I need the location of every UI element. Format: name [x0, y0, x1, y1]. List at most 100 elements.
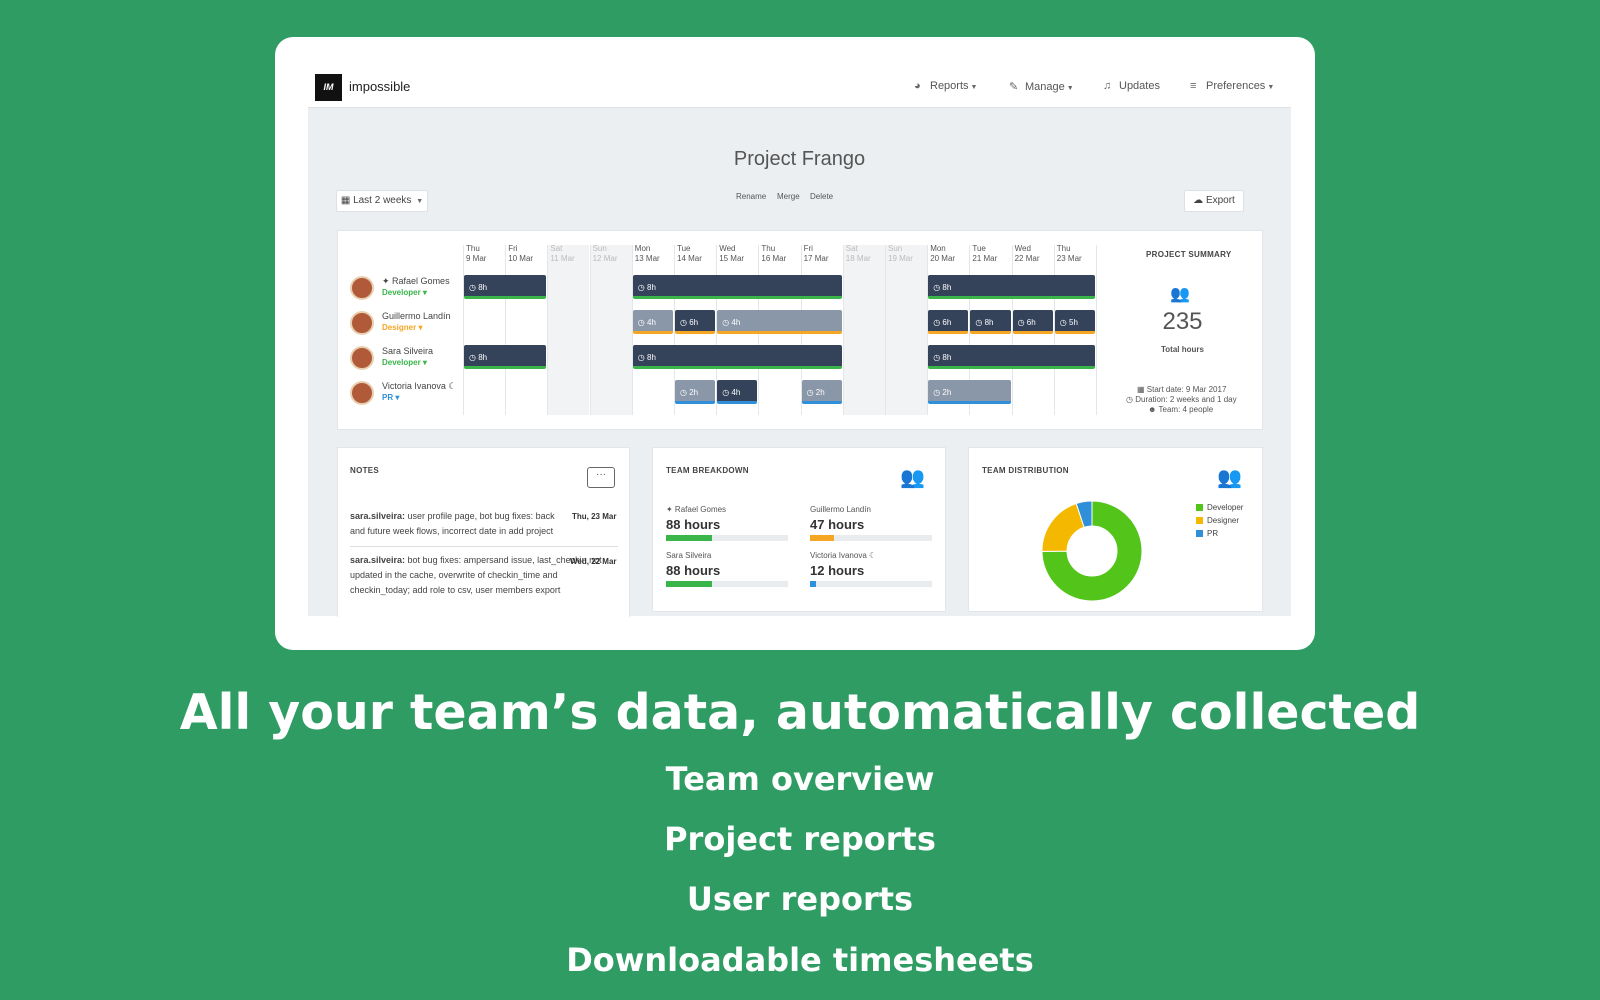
start-date: ▦ Start date: 9 Mar 2017 — [1137, 385, 1226, 394]
hours-progress-fill — [666, 581, 713, 587]
breakdown-member-hours: 12 hours — [810, 563, 865, 578]
divider — [350, 546, 618, 547]
legend-item: PR — [1196, 529, 1218, 538]
day-header: Thu 9 Mar — [466, 244, 487, 263]
export-button[interactable]: ☁ Export — [1184, 190, 1244, 212]
hours-progress-fill — [666, 535, 713, 541]
day-header: Wed 15 Mar — [719, 244, 745, 263]
time-block[interactable]: ◷ 8h — [928, 345, 1095, 369]
day-header: Sat 18 Mar — [845, 244, 871, 263]
nav-updates[interactable]: ♫ Updates — [1103, 80, 1160, 92]
legend-swatch — [1196, 530, 1203, 537]
users-icon: 👥 — [1217, 467, 1242, 489]
hours-progress-track — [666, 535, 788, 541]
legend-label: PR — [1207, 529, 1219, 538]
time-block[interactable]: ◷ 2h — [801, 380, 842, 404]
nav-manage[interactable]: ✎ Manage ▼ — [1009, 80, 1074, 93]
hours-progress-track — [666, 581, 788, 587]
distribution-donut-chart — [1041, 500, 1143, 602]
users-icon: 👥 — [900, 467, 925, 489]
avatar[interactable] — [350, 276, 374, 300]
person-name[interactable]: Victoria Ivanova ☾ — [382, 381, 456, 392]
top-navbar: IM impossible ◕ Reports ▼ ✎ Manage ▼ ♫ Update… — [308, 66, 1291, 108]
role-dropdown[interactable]: PR ▾ — [382, 393, 399, 402]
sliders-icon: ≡ — [1190, 80, 1197, 92]
breakdown-member-name: ✦ Rafael Gomes — [666, 505, 727, 514]
avatar[interactable] — [350, 346, 374, 370]
day-header: Mon 13 Mar — [634, 244, 660, 263]
pie-chart-icon: ◕ — [914, 80, 921, 92]
hours-progress-track — [810, 535, 932, 541]
note-date: Thu, 23 Mar — [572, 512, 617, 521]
day-header: Wed 22 Mar — [1014, 244, 1040, 263]
bell-icon: ♫ — [1103, 80, 1112, 92]
role-dropdown[interactable]: Designer ▾ — [382, 323, 422, 332]
feature-user-reports: User reports — [686, 880, 914, 918]
time-block[interactable]: ◷ 6h — [1012, 310, 1053, 334]
time-block[interactable]: ◷ 2h — [928, 380, 1011, 404]
time-block[interactable]: ◷ 6h — [675, 310, 716, 334]
headline: All your team’s data, automatically coll… — [179, 684, 1421, 741]
time-block[interactable]: ◷ 8h — [632, 275, 842, 299]
person-name[interactable]: ✦ Rafael Gomes — [382, 276, 450, 287]
day-header: Tue 21 Mar — [972, 244, 998, 263]
rename-button[interactable]: Rename — [736, 192, 766, 201]
notes-title: NOTES — [350, 466, 380, 475]
users-icon: ☻ — [1148, 405, 1157, 414]
cloud-download-icon: ☁ — [1193, 195, 1204, 206]
project-summary-title: PROJECT SUMMARY — [1146, 250, 1232, 259]
time-block[interactable]: ◷ 4h — [717, 380, 758, 404]
duration: ◷ Duration: 2 weeks and 1 day — [1126, 395, 1237, 404]
nav-manage-label: Manage — [1025, 81, 1065, 93]
time-block[interactable]: ◷ 2h — [675, 380, 716, 404]
logo[interactable]: IM — [315, 74, 342, 101]
total-hours-label: Total hours — [1161, 345, 1204, 354]
hours-progress-fill — [810, 581, 817, 587]
nav-preferences[interactable]: ≡ Preferences ▼ — [1190, 80, 1274, 92]
legend-swatch — [1196, 517, 1203, 524]
team-breakdown-title: TEAM BREAKDOWN — [666, 466, 749, 475]
avatar[interactable] — [350, 311, 374, 335]
day-column — [589, 245, 632, 415]
chevron-down-icon: ▼ — [416, 198, 424, 205]
time-block[interactable]: ◷ 8h — [928, 275, 1095, 299]
day-header: Tue 14 Mar — [677, 244, 702, 263]
day-column — [547, 245, 590, 415]
time-block[interactable]: ◷ 8h — [464, 345, 547, 369]
breakdown-member-hours: 47 hours — [810, 517, 865, 532]
nav-reports[interactable]: ◕ Reports ▼ — [914, 80, 977, 92]
role-dropdown[interactable]: Developer ▾ — [382, 288, 427, 297]
note-author: sara.silveira: — [350, 511, 406, 521]
time-block[interactable]: ◷ 4h — [632, 310, 673, 334]
date-range-dropdown[interactable]: ▦ Last 2 weeks ▼ — [336, 190, 428, 212]
time-block[interactable]: ◷ 8h — [464, 275, 547, 299]
legend-swatch — [1196, 504, 1203, 511]
donut-slice-designer[interactable] — [1041, 502, 1085, 552]
time-block[interactable]: ◷ 5h — [1054, 310, 1095, 334]
duration-text: Duration: 2 weeks and 1 day — [1135, 395, 1237, 404]
role-dropdown[interactable]: Developer ▾ — [382, 358, 427, 367]
delete-button[interactable]: Delete — [810, 192, 833, 201]
date-range-label: Last 2 weeks — [353, 195, 412, 206]
comment-icon[interactable]: ··· — [587, 467, 615, 488]
hours-progress-fill — [810, 535, 835, 541]
clock-icon: ◷ — [1126, 395, 1133, 404]
time-block[interactable]: ◷ 8h — [632, 345, 842, 369]
chevron-down-icon: ▼ — [1066, 85, 1074, 92]
day-header: Fri 17 Mar — [803, 244, 829, 263]
nav-updates-label: Updates — [1119, 80, 1160, 92]
chevron-down-icon: ▼ — [1267, 84, 1275, 91]
person-name[interactable]: Sara Silveira — [382, 346, 433, 356]
brand-name[interactable]: impossible — [349, 79, 410, 94]
wrench-icon: ✎ — [1009, 81, 1019, 93]
avatar[interactable] — [350, 381, 374, 405]
person-name[interactable]: Guillermo Landín — [382, 311, 451, 321]
time-block[interactable]: ◷ 8h — [970, 310, 1011, 334]
breakdown-member-hours: 88 hours — [666, 563, 721, 578]
merge-button[interactable]: Merge — [777, 192, 800, 201]
time-block[interactable]: ◷ 6h — [928, 310, 969, 334]
note-item: sara.silveira: user profile page, bot bu… — [350, 509, 560, 539]
day-header: Sat 11 Mar — [550, 244, 575, 263]
calendar-icon: ▦ — [1137, 385, 1145, 394]
time-block[interactable]: ◷ 4h — [717, 310, 842, 334]
